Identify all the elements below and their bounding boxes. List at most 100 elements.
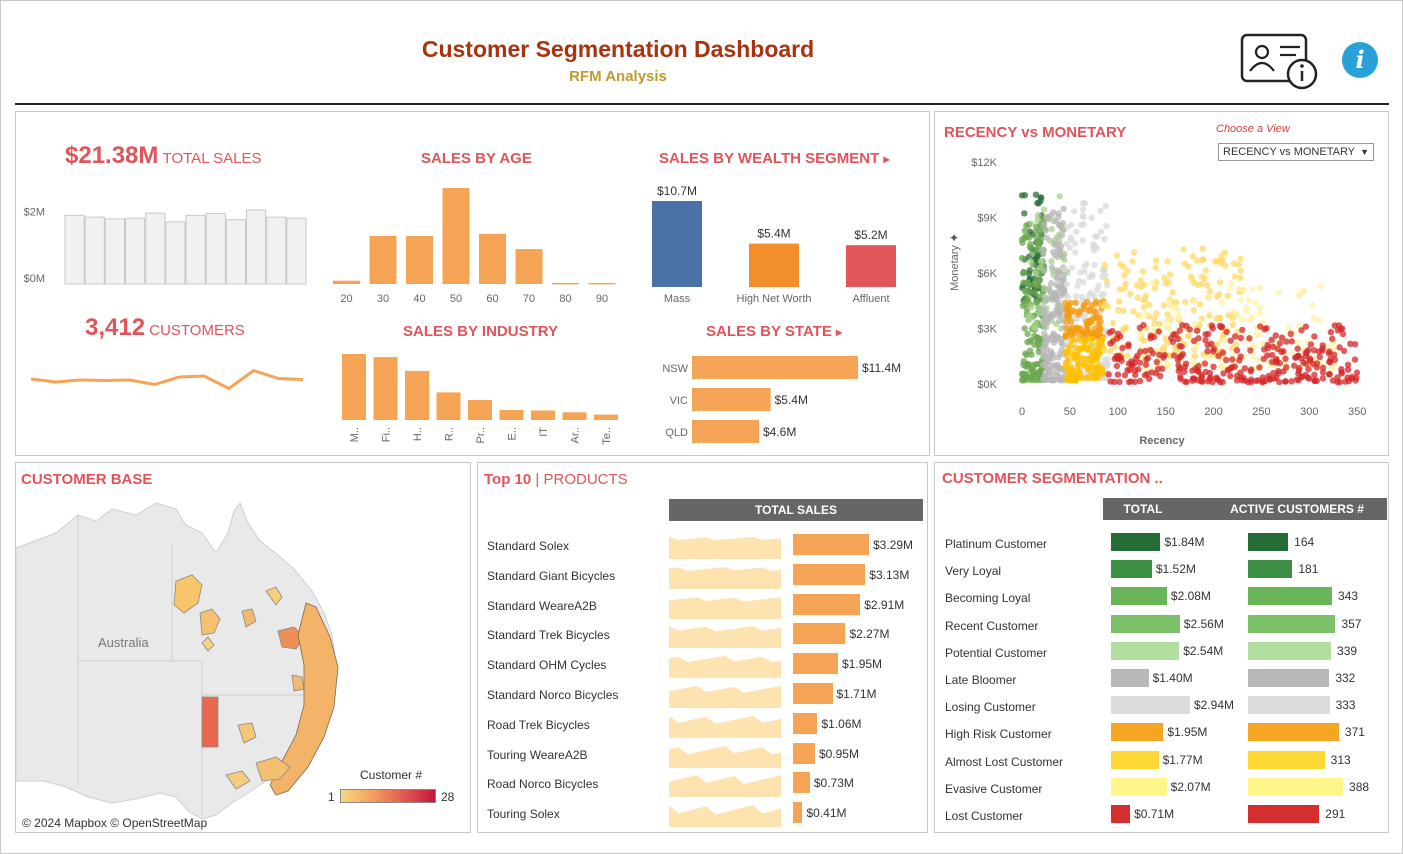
product-name[interactable]: Standard OHM Cycles [487,658,606,672]
scatter-point [1237,353,1244,360]
segment-name[interactable]: High Risk Customer [945,727,1052,741]
scatter-point [1191,298,1198,305]
segment-name[interactable]: Lost Customer [945,809,1023,823]
info-icon[interactable]: i [1342,42,1378,78]
scatter-point [1245,297,1252,304]
scatter-point [1020,269,1027,276]
scatter-point [1137,348,1144,355]
industry-bar [531,410,555,420]
segment-name[interactable]: Potential Customer [945,646,1047,660]
scatter-point [1018,254,1026,262]
sales-by-wealth-title[interactable]: SALES BY WEALTH SEGMENT ▸ [659,150,890,167]
scatter-point [1172,331,1179,338]
scatter-point [1302,323,1309,330]
scatter-point [1309,360,1317,367]
scatter-point [1033,334,1041,342]
scatter-point [1026,347,1034,354]
scatter-point [1348,373,1356,381]
age-bar [552,282,579,285]
product-sales-bar [793,772,810,794]
state-value-label: $5.4M [775,393,808,407]
segment-sales-label: $1.40M [1152,671,1193,685]
scatter-point [1109,327,1116,335]
product-sales-label: $1.06M [821,716,862,731]
scatter-point [1208,322,1216,329]
scatter-point [1295,339,1302,346]
scatter-point [1101,235,1108,243]
product-name[interactable]: Road Trek Bicycles [487,718,590,732]
segment-name[interactable]: Very Loyal [945,564,1001,578]
scatter-point [1331,356,1339,363]
recency-title: RECENCY vs MONETARY [944,124,1127,141]
scatter-point [1101,301,1109,308]
scatter-point [1276,340,1284,347]
scatter-point [1097,228,1105,235]
sales-by-state-title[interactable]: SALES BY STATE ▸ [706,323,842,340]
scatter-point [1237,369,1244,376]
scatter-point [1068,221,1075,229]
segment-name[interactable]: Evasive Customer [945,782,1042,796]
scatter-point [1020,279,1027,286]
scatter-point [1035,237,1042,244]
scatter-point [1066,244,1073,251]
product-name[interactable]: Standard Norco Bicycles [487,688,618,702]
scatter-y-tick: $3K [977,324,997,336]
scatter-point [1047,348,1055,355]
scatter-point [1116,286,1124,293]
product-name[interactable]: Touring Solex [487,807,560,821]
scatter-point [1194,367,1201,374]
scatter-point [1142,361,1150,368]
segment-sales-label: $2.54M [1183,643,1224,658]
col-active-customers: ACTIVE CUSTOMERS # [1230,502,1364,516]
scatter-point [1080,221,1087,228]
scatter-point [1164,317,1171,324]
scatter-point [1278,334,1286,341]
age-bar [333,280,360,284]
segment-name[interactable]: Almost Lost Customer [945,755,1063,769]
sales-by-wealth-label: SALES BY WEALTH SEGMENT [659,150,880,167]
products-title-bold: Top 10 [484,471,532,488]
state-value-label: $4.6M [763,425,796,439]
segment-name[interactable]: Late Bloomer [945,673,1016,687]
segment-customers-label: 357 [1341,616,1362,631]
scatter-point [1256,284,1264,292]
product-name[interactable]: Standard Trek Bicycles [487,628,610,642]
scatter-point [1302,350,1310,357]
scatter-point [1140,337,1148,344]
scatter-x-tick: 100 [1109,406,1127,418]
scatter-point [1102,202,1109,210]
scatter-point [1237,255,1244,262]
scatter-point [1237,296,1244,304]
scatter-point [1156,351,1163,358]
profile-info-icon[interactable] [1240,33,1320,91]
segment-customers-bar [1248,560,1293,579]
scatter-point [1309,302,1317,309]
age-bar [515,249,543,284]
customers-label: CUSTOMERS [149,322,245,339]
segment-name[interactable]: Platinum Customer [945,537,1047,551]
scatter-point [1180,246,1187,253]
scatter-point [1263,325,1270,332]
scatter-point [1199,245,1207,252]
scatter-point [1305,366,1312,373]
map-credit[interactable]: © 2024 Mapbox © OpenStreetMap [22,816,207,830]
scatter-point [1129,258,1136,265]
segment-name[interactable]: Losing Customer [945,700,1036,714]
segment-sales-label: $2.56M [1183,616,1224,631]
scatter-point [1030,324,1037,331]
product-name[interactable]: Touring WeareA2B [487,748,588,762]
sales-trend-bar [165,221,186,285]
product-sparkline [669,537,781,559]
product-name[interactable]: Road Norco Bicycles [487,777,598,791]
product-name[interactable]: Standard Giant Bicycles [487,569,615,583]
product-name[interactable]: Standard Solex [487,539,569,553]
scatter-point [1021,375,1029,383]
col-total-sales: TOTAL SALES [1122,502,1163,538]
customers-kpi: 3,412 CUSTOMERS [85,314,245,342]
product-name[interactable]: Standard WeareA2B [487,599,597,613]
product-sparkline [669,566,781,589]
scatter-point [1109,319,1117,327]
scatter-point [1150,323,1158,330]
segment-name[interactable]: Becoming Loyal [945,591,1030,605]
segment-name[interactable]: Recent Customer [945,619,1038,633]
